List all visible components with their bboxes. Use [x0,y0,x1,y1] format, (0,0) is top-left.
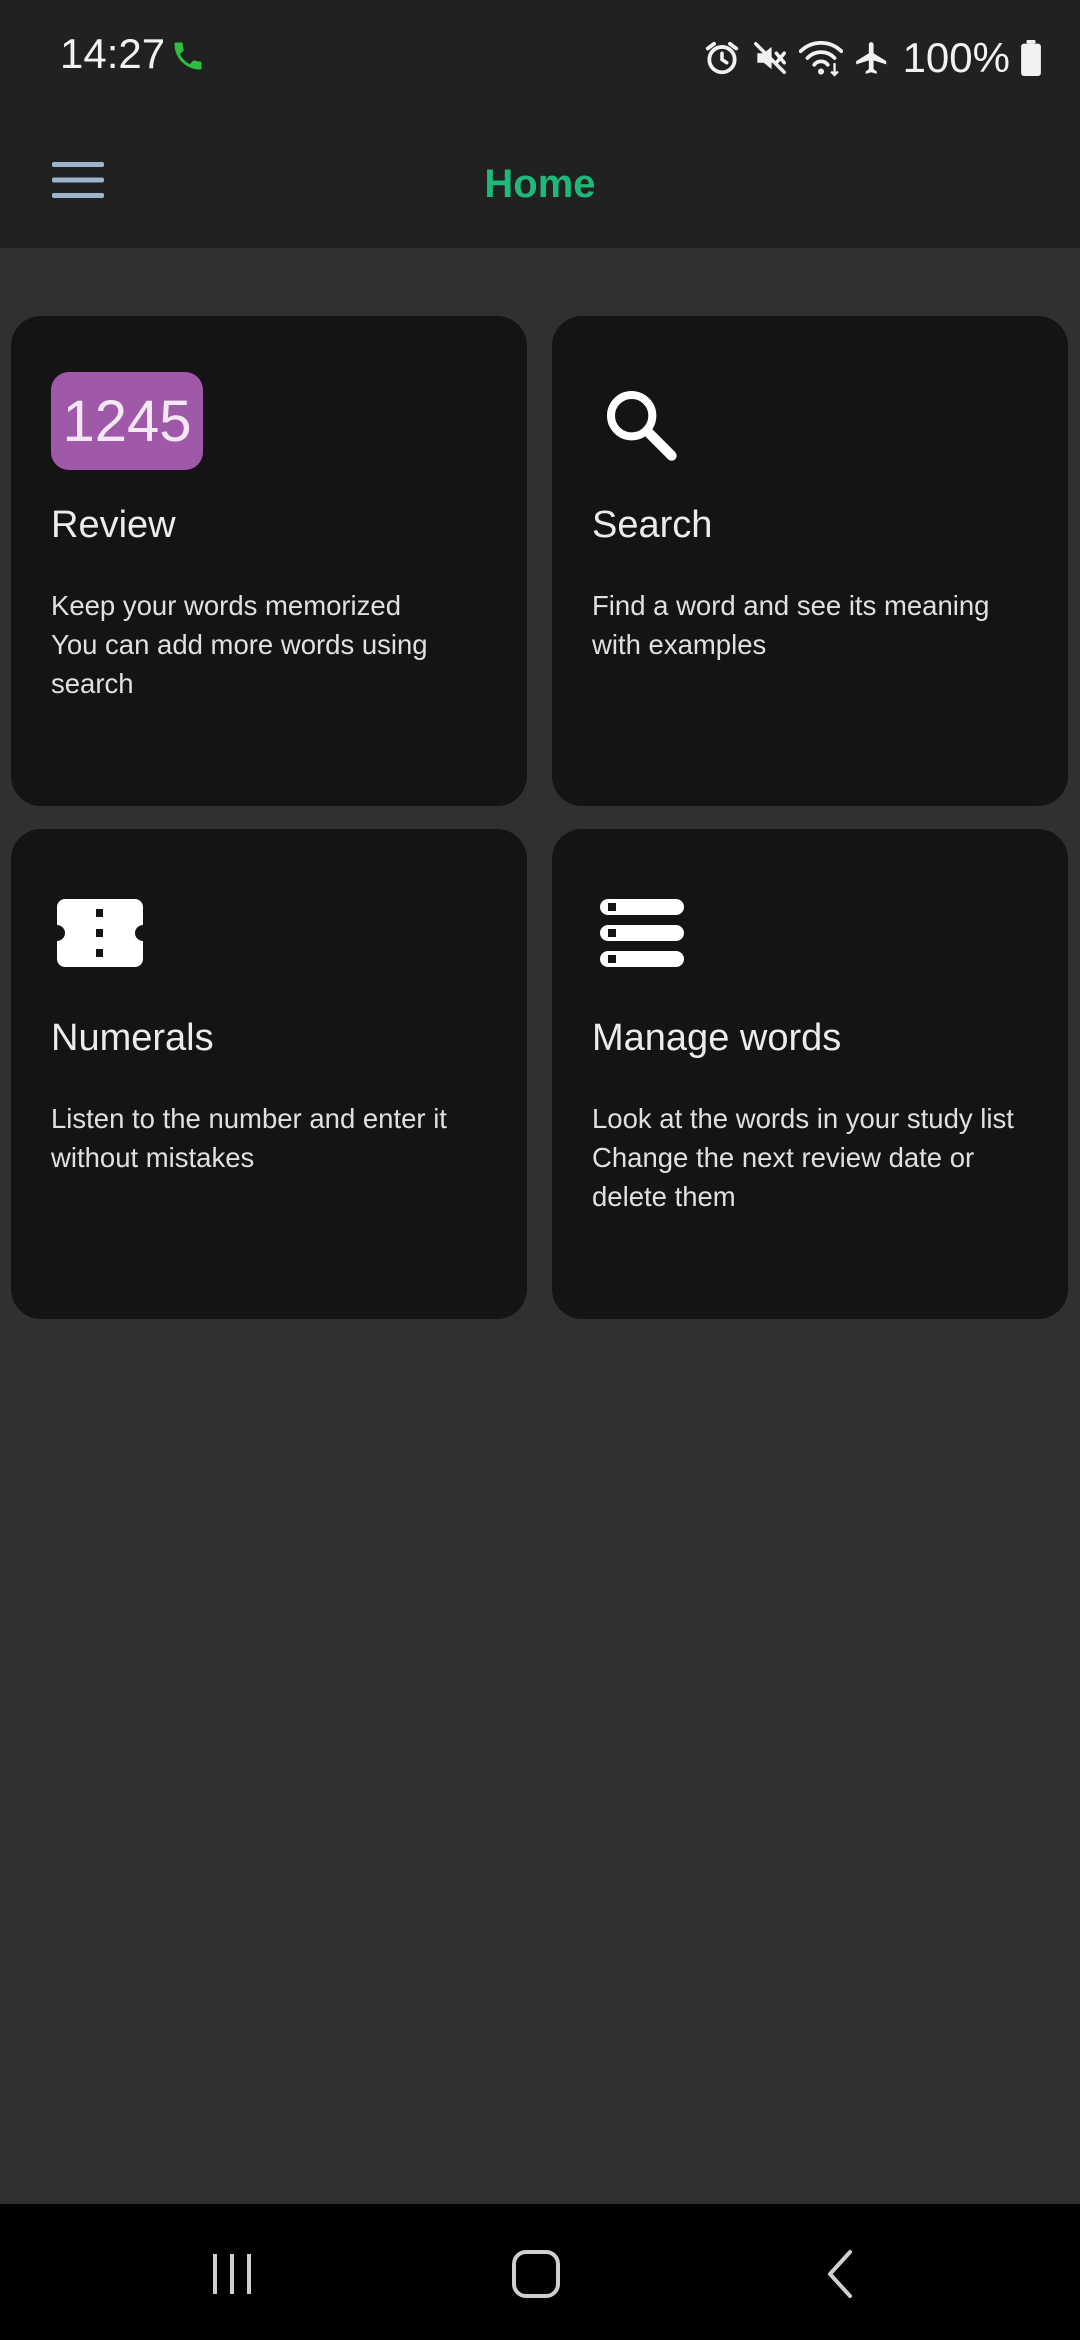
card-description: Look at the words in your study list Cha… [592,1103,1014,1212]
card-title: Manage words [592,1017,842,1059]
battery-percent: 100% [902,34,1010,81]
page-title: Home [484,161,596,206]
card-description: Listen to the number and enter it withou… [51,1103,447,1173]
card-title: Review [51,504,176,546]
status-icons: 100% [703,30,1042,86]
back-icon [828,2250,852,2298]
review-count-badge: 1245 [51,372,203,470]
system-nav-bar [0,2204,1080,2340]
home-icon [512,2250,560,2298]
list-icon [600,899,684,972]
menu-button[interactable] [42,144,114,216]
back-button[interactable] [808,2242,872,2306]
status-bar: 14:27 100% [0,0,1080,120]
call-icon [174,42,202,70]
card-title: Numerals [51,1017,214,1059]
recent-apps-button[interactable] [200,2242,264,2306]
wifi-icon [798,41,843,77]
review-card[interactable]: 1245 Review Keep your words memorized Yo… [11,316,527,806]
ticket-icon [57,899,143,972]
status-time: 14:27 [60,30,166,77]
card-description: Keep your words memorized You can add mo… [51,590,428,699]
card-title: Search [592,504,713,546]
battery-icon [1021,40,1041,76]
recent-apps-icon [213,2254,251,2294]
manage-words-card[interactable]: Manage words Look at the words in your s… [552,829,1068,1319]
app-bar: Home [0,120,1080,248]
mute-icon [753,42,786,74]
home-button[interactable] [504,2242,568,2306]
search-icon [600,384,680,469]
card-description: Find a word and see its meaning with exa… [592,590,990,660]
search-card[interactable]: Search Find a word and see its meaning w… [552,316,1068,806]
airplane-icon [855,42,886,74]
hamburger-menu-icon [52,162,104,198]
numerals-card[interactable]: Numerals Listen to the number and enter … [11,829,527,1319]
alarm-icon [705,41,738,75]
